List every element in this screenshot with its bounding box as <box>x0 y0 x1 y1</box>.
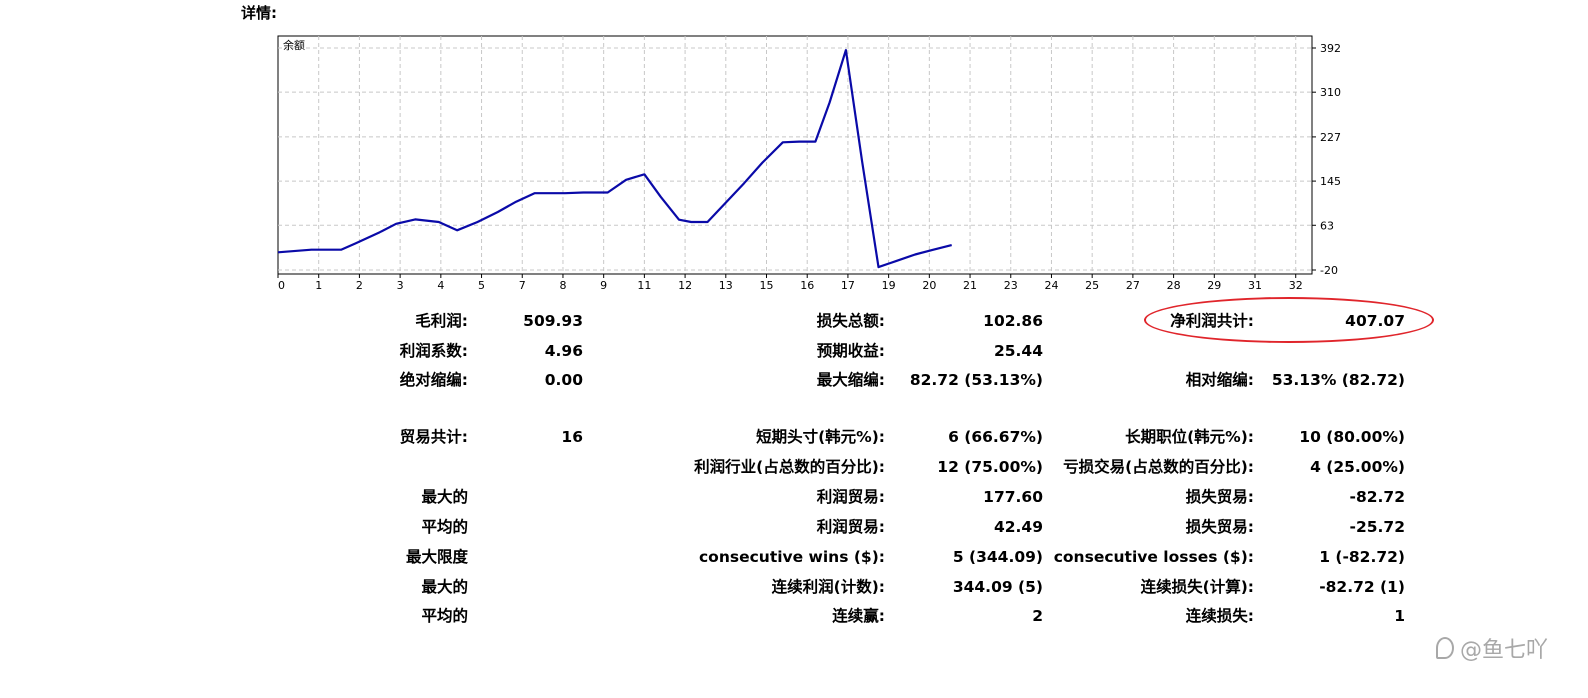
x-tick-label: 9 <box>600 279 607 292</box>
expected-payoff-label: 预期收益: <box>816 342 885 360</box>
x-tick-label: 3 <box>397 279 404 292</box>
x-tick-label: 5 <box>478 279 485 292</box>
y-tick-label: 145 <box>1320 175 1341 188</box>
consecutive-loss-value: -82.72 (1) <box>1319 578 1405 596</box>
abs-drawdown-label: 绝对缩编: <box>399 371 468 389</box>
profit-trades-value: 12 (75.00%) <box>937 458 1043 476</box>
consecutive-wins-label: consecutive wins ($): <box>698 548 885 566</box>
x-tick-label: 17 <box>841 279 855 292</box>
y-tick-label: 392 <box>1320 42 1341 55</box>
balance-chart: -20631452273103920 1 2 3 4 5 7 8 9 11 12 13 15 16 17 19… <box>277 35 1341 292</box>
consecutive-profit-value: 344.09 (5) <box>952 578 1043 596</box>
x-tick-label: 12 <box>678 279 692 292</box>
y-tick-label: 63 <box>1320 219 1334 232</box>
watermark: @鱼七吖 <box>1435 632 1548 664</box>
avg-consecutive-wins-value: 2 <box>1032 607 1043 625</box>
largest-profit-label: 利润贸易: <box>816 488 885 506</box>
x-tick-label: 20 <box>922 279 936 292</box>
long-positions-label: 长期职位(韩元%): <box>1125 428 1254 446</box>
x-tick-label: 29 <box>1207 279 1221 292</box>
average-loss-value: -25.72 <box>1349 518 1405 536</box>
x-tick-label: 16 <box>800 279 814 292</box>
expected-payoff-value: 25.44 <box>993 342 1043 360</box>
consecutive-wins-value: 5 (344.09) <box>952 548 1043 566</box>
gross-loss-value: 102.86 <box>983 312 1043 330</box>
x-tick-label: 24 <box>1044 279 1058 292</box>
abs-drawdown-value: 0.00 <box>544 371 583 389</box>
gross-profit-label: 毛利润: <box>415 312 468 330</box>
net-profit-value: 407.07 <box>1345 312 1405 330</box>
chart-title: 余额 <box>283 38 305 52</box>
y-tick-label: 310 <box>1320 86 1341 99</box>
x-tick-label: 31 <box>1248 279 1262 292</box>
gross-loss-label: 损失总额: <box>816 312 885 330</box>
profit-trades-label: 利润行业(占总数的百分比): <box>694 458 885 476</box>
x-tick-label: 32 <box>1289 279 1303 292</box>
gross-profit-value: 509.93 <box>523 312 583 330</box>
maximum-row-label: 最大限度 <box>405 548 468 566</box>
y-tick-label: -20 <box>1320 264 1338 277</box>
profit-factor-value: 4.96 <box>544 342 583 360</box>
x-tick-label: 11 <box>637 279 651 292</box>
x-tick-label: 4 <box>437 279 444 292</box>
x-tick-label: 28 <box>1167 279 1181 292</box>
watermark-text: @鱼七吖 <box>1459 638 1548 663</box>
largest-profit-value: 177.60 <box>983 488 1043 506</box>
x-tick-label: 19 <box>882 279 896 292</box>
x-tick-label: 0 <box>278 279 285 292</box>
short-positions-label: 短期头寸(韩元%): <box>756 428 885 446</box>
x-tick-label: 23 <box>1004 279 1018 292</box>
rel-drawdown-value: 53.13% (82.72) <box>1271 371 1405 389</box>
y-tick-label: 227 <box>1320 131 1341 144</box>
x-tick-label: 1 <box>315 279 322 292</box>
avg-consecutive-losses-value: 1 <box>1394 607 1405 625</box>
avg-consecutive-losses-label: 连续损失: <box>1185 607 1254 625</box>
profit-factor-label: 利润系数: <box>399 342 468 360</box>
zhihu-logo-icon <box>1435 637 1454 659</box>
x-tick-label: 27 <box>1126 279 1140 292</box>
maximal-row-label: 最大的 <box>421 578 468 596</box>
average-profit-value: 42.49 <box>993 518 1043 536</box>
max-drawdown-label: 最大缩编: <box>816 371 885 389</box>
x-tick-label: 15 <box>760 279 774 292</box>
rel-drawdown-label: 相对缩编: <box>1185 371 1254 389</box>
long-positions-value: 10 (80.00%) <box>1299 428 1405 446</box>
short-positions-value: 6 (66.67%) <box>948 428 1043 446</box>
consecutive-losses-value: 1 (-82.72) <box>1319 548 1405 566</box>
average-row-label: 平均的 <box>421 518 468 536</box>
x-tick-label: 8 <box>559 279 566 292</box>
x-tick-label: 25 <box>1085 279 1099 292</box>
avg-consecutive-wins-label: 连续赢: <box>832 607 885 625</box>
total-trades-value: 16 <box>561 428 583 446</box>
plot-area <box>277 35 1313 275</box>
total-trades-label: 贸易共计: <box>399 428 468 446</box>
largest-loss-value: -82.72 <box>1349 488 1405 506</box>
avg-consecutive-row-label: 平均的 <box>421 607 468 625</box>
consecutive-loss-label: 连续损失(计算): <box>1140 578 1254 596</box>
x-tick-label: 21 <box>963 279 977 292</box>
average-loss-label: 损失贸易: <box>1185 518 1254 536</box>
x-tick-label: 7 <box>519 279 526 292</box>
x-tick-label: 13 <box>719 279 733 292</box>
consecutive-losses-label: consecutive losses ($): <box>1053 548 1254 566</box>
max-drawdown-value: 82.72 (53.13%) <box>909 371 1043 389</box>
consecutive-profit-label: 连续利润(计数): <box>771 578 885 596</box>
loss-trades-value: 4 (25.00%) <box>1310 458 1405 476</box>
loss-trades-label: 亏损交易(占总数的百分比): <box>1063 458 1254 476</box>
average-profit-label: 利润贸易: <box>816 518 885 536</box>
largest-loss-label: 损失贸易: <box>1185 488 1254 506</box>
largest-row-label: 最大的 <box>421 488 468 506</box>
x-tick-label: 2 <box>356 279 363 292</box>
net-profit-label: 净利润共计: <box>1170 312 1254 330</box>
